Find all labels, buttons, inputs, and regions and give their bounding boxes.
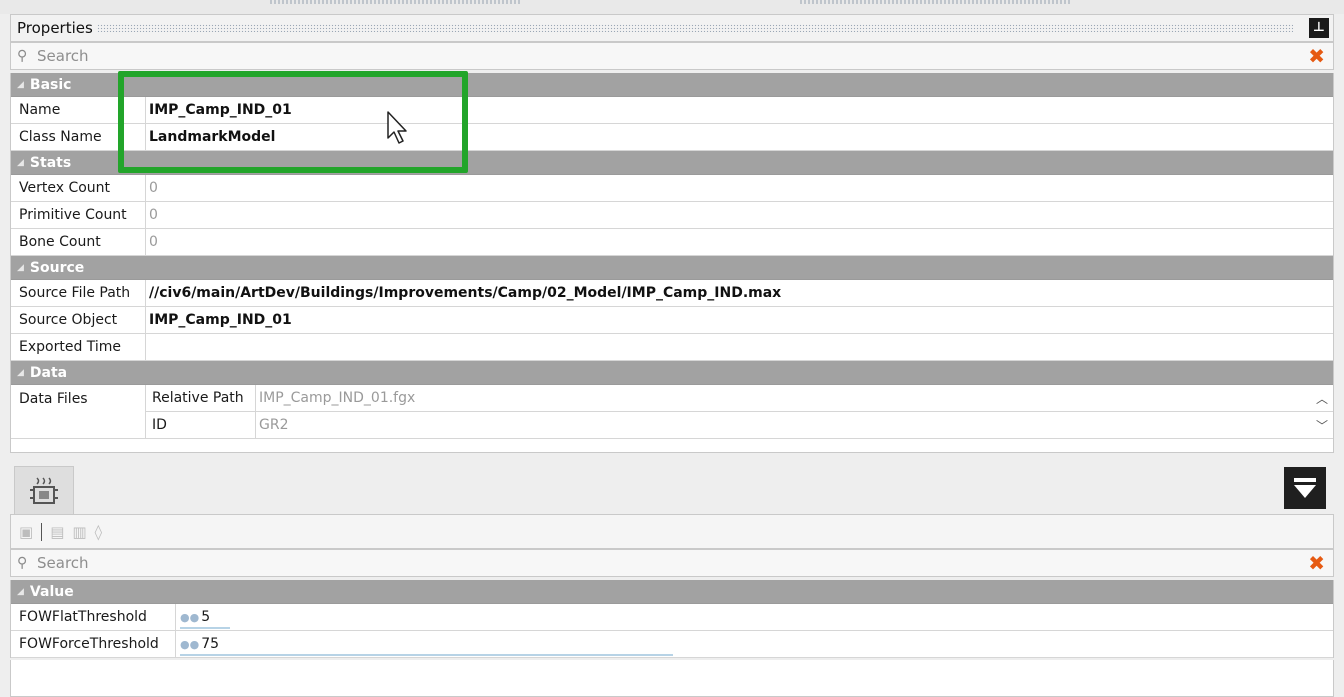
add-icon[interactable]: ▣ [19, 523, 33, 541]
property-row-data-files[interactable]: Data Files Relative Path IMP_Camp_IND_01… [11, 385, 1333, 439]
category-value[interactable]: ◢ Value [11, 580, 1333, 604]
category-label: Basic [29, 76, 72, 93]
property-key: Name [11, 97, 146, 123]
property-value[interactable]: LandmarkModel [146, 124, 1333, 150]
expand-panel-button[interactable] [1284, 467, 1326, 509]
mouse-cursor-icon [387, 111, 407, 144]
paste-icon[interactable]: ▥ [72, 523, 86, 541]
category-stats[interactable]: ◢ Stats [11, 151, 1333, 175]
search-icon: ⚲ [17, 555, 28, 571]
properties-search-bar[interactable]: ⚲ Search ✖ [10, 42, 1334, 70]
collapse-triangle-icon[interactable]: ◢ [17, 368, 24, 378]
property-row-bone-count[interactable]: Bone Count 0 [11, 229, 1333, 256]
data-files-list[interactable]: Relative Path IMP_Camp_IND_01.fgx ID GR2… [146, 385, 1333, 439]
category-source[interactable]: ◢ Source [11, 256, 1333, 280]
slider-track-fill [180, 654, 673, 656]
collapse-down-icon [1294, 478, 1316, 498]
property-key: FOWFlatThreshold [11, 604, 176, 630]
slider-value[interactable]: ●● 75 [176, 631, 1333, 657]
clear-search-icon[interactable]: ✖ [1308, 552, 1325, 574]
toolbar-separator [41, 522, 43, 541]
background-tab-ghost [800, 0, 1070, 4]
collapse-triangle-icon[interactable]: ◢ [17, 80, 24, 90]
property-value[interactable]: IMP_Camp_IND_01 [146, 97, 1333, 123]
grid-footer [11, 439, 1333, 453]
properties-title: Properties [17, 19, 93, 37]
property-row-primitive-count[interactable]: Primitive Count 0 [11, 202, 1333, 229]
property-row-source-object[interactable]: Source Object IMP_Camp_IND_01 [11, 307, 1333, 334]
property-row-name[interactable]: Name IMP_Camp_IND_01 [11, 97, 1333, 124]
category-label: Source [29, 259, 85, 276]
property-row-fow-flat-threshold[interactable]: FOWFlatThreshold ●● 5 [11, 604, 1333, 631]
value-grid: ◢ Value FOWFlatThreshold ●● 5 FOWForceTh… [10, 580, 1334, 658]
property-key: FOWForceThreshold [11, 631, 176, 657]
slider-handle-icon[interactable]: ●● [180, 638, 199, 651]
search-input[interactable]: Search [33, 554, 89, 572]
category-label: Data [29, 364, 68, 381]
value-grid-empty-area [10, 660, 1334, 697]
lower-search-bar[interactable]: ⚲ Search ✖ [10, 549, 1334, 577]
drag-grip[interactable] [96, 24, 1293, 32]
category-data[interactable]: ◢ Data [11, 361, 1333, 385]
slider-track-fill [180, 627, 230, 629]
chevron-down-icon[interactable]: ﹀ [1316, 417, 1328, 434]
slider-number[interactable]: 5 [201, 609, 210, 625]
category-label: Value [29, 583, 74, 600]
pin-icon[interactable]: ⊥ [1309, 18, 1329, 38]
subproperty-value[interactable]: GR2 [256, 412, 1333, 438]
subproperty-key: Relative Path [146, 385, 256, 411]
property-key: Class Name [11, 124, 146, 150]
property-value: 0 [149, 207, 158, 223]
tab-parameters[interactable] [14, 466, 74, 514]
subproperty-value[interactable]: IMP_Camp_IND_01.fgx [256, 385, 1333, 411]
properties-grid: ◢ Basic Name IMP_Camp_IND_01 Class Name … [10, 73, 1334, 453]
property-key: Vertex Count [11, 175, 146, 201]
search-icon: ⚲ [17, 48, 28, 64]
property-row-exported-time[interactable]: Exported Time [11, 334, 1333, 361]
property-key: Primitive Count [11, 202, 146, 228]
parameters-tab-icon [30, 476, 58, 504]
property-key: Exported Time [11, 334, 146, 360]
property-value[interactable]: //civ6/main/ArtDev/Buildings/Improvement… [146, 280, 1333, 306]
property-value: 0 [149, 180, 158, 196]
slider-value[interactable]: ●● 5 [176, 604, 1333, 630]
property-value[interactable]: IMP_Camp_IND_01 [146, 307, 1333, 333]
property-key: Source Object [11, 307, 146, 333]
property-row-vertex-count[interactable]: Vertex Count 0 [11, 175, 1333, 202]
clear-icon[interactable]: ◊ [95, 523, 102, 541]
property-row-fow-force-threshold[interactable]: FOWForceThreshold ●● 75 [11, 631, 1333, 658]
list-scroll-buttons[interactable]: ︿ ﹀ [1311, 385, 1333, 439]
top-strip [0, 0, 1344, 14]
properties-title-bar[interactable]: Properties ⊥ [10, 14, 1334, 42]
property-row-class-name[interactable]: Class Name LandmarkModel [11, 124, 1333, 151]
property-key: Source File Path [11, 280, 146, 306]
property-value: 0 [149, 234, 158, 250]
chevron-up-icon[interactable]: ︿ [1316, 390, 1328, 407]
slider-number[interactable]: 75 [201, 636, 219, 652]
collapse-triangle-icon[interactable]: ◢ [17, 587, 24, 597]
property-row-source-file-path[interactable]: Source File Path //civ6/main/ArtDev/Buil… [11, 280, 1333, 307]
search-input[interactable]: Search [33, 47, 89, 65]
property-key: Bone Count [11, 229, 146, 255]
category-label: Stats [29, 154, 72, 171]
copy-icon[interactable]: ▤ [50, 523, 64, 541]
data-file-subrow[interactable]: Relative Path IMP_Camp_IND_01.fgx [146, 385, 1333, 412]
collapse-triangle-icon[interactable]: ◢ [17, 158, 24, 168]
property-key: Data Files [11, 385, 146, 438]
property-value[interactable] [146, 334, 1333, 360]
slider-handle-icon[interactable]: ●● [180, 611, 199, 624]
category-basic[interactable]: ◢ Basic [11, 73, 1333, 97]
lower-toolbar: ▣ ▤ ▥ ◊ [10, 514, 1334, 549]
collapse-triangle-icon[interactable]: ◢ [17, 263, 24, 273]
data-file-subrow[interactable]: ID GR2 [146, 412, 1333, 439]
background-tab-ghost [270, 0, 520, 4]
clear-search-icon[interactable]: ✖ [1308, 45, 1325, 67]
subproperty-key: ID [146, 412, 256, 438]
